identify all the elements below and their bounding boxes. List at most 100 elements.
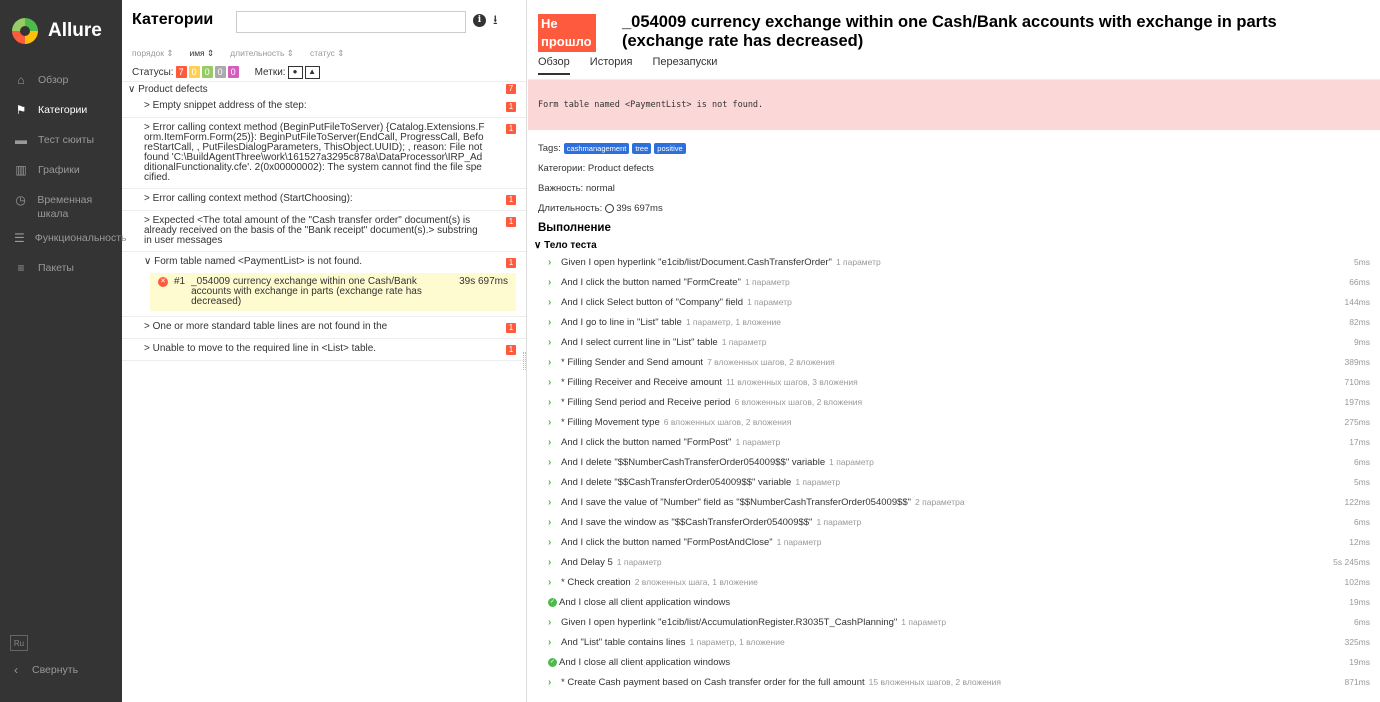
count-badge: 1: [506, 217, 516, 227]
tab-retries[interactable]: Перезапуски: [652, 56, 717, 73]
test-step[interactable]: › And "List" table contains lines 1 параме…: [548, 632, 1370, 652]
test-step[interactable]: › * Filling Sender and Send amount 7 вложе…: [548, 352, 1370, 372]
sidebar-item-timeline[interactable]: ◷ Временная шкала: [0, 188, 122, 226]
test-step[interactable]: › * Create Cash payment based on Cash tra…: [548, 672, 1370, 692]
status-broken-toggle[interactable]: 0: [188, 66, 200, 78]
sidebar: Allure ⌂ Обзор ⚑ Категории ▬ Тест сюиты …: [0, 0, 127, 702]
duration-value: 39s 697ms: [616, 202, 663, 214]
test-step[interactable]: ✓ And I close all client application wind…: [548, 592, 1370, 612]
step-params: 1 параметр: [616, 557, 662, 567]
step-duration: 144ms: [1344, 297, 1370, 307]
sort-status[interactable]: статус ⇕: [310, 48, 344, 60]
chevron-left-icon: ‹: [14, 663, 18, 677]
tree-node[interactable]: > Empty snippet address of the step: 1: [122, 96, 526, 118]
test-step[interactable]: ✓ And I close all client application wind…: [548, 652, 1370, 672]
step-name: And I go to line in "List" table: [561, 316, 682, 328]
sort-name[interactable]: имя ⇕: [189, 48, 214, 60]
status-passed-toggle[interactable]: 0: [201, 66, 213, 78]
step-params: 1 параметр: [744, 277, 790, 287]
test-step[interactable]: › And I delete "$$NumberCashTransferOrder…: [548, 452, 1370, 472]
error-message: Form table named <PaymentList> is not fo…: [528, 80, 1380, 130]
sidebar-item-overview[interactable]: ⌂ Обзор: [0, 68, 122, 98]
sidebar-item-suites[interactable]: ▬ Тест сюиты: [0, 128, 122, 158]
sidebar-item-packages[interactable]: ≡ Пакеты: [0, 256, 122, 286]
step-duration: 122ms: [1344, 497, 1370, 507]
step-duration: 275ms: [1344, 417, 1370, 427]
chevron-right-icon: ›: [548, 416, 552, 428]
tab-history[interactable]: История: [590, 56, 633, 73]
step-params: 1 параметр: [747, 297, 792, 307]
search-input[interactable]: [236, 11, 466, 33]
pane-splitter[interactable]: [523, 352, 526, 370]
allure-logo-icon: [12, 18, 38, 44]
step-params: 1 параметр, 1 вложение: [685, 317, 782, 327]
tree-node[interactable]: > Error calling context method (StartCho…: [122, 189, 526, 211]
warning-mark-icon[interactable]: ▲: [304, 65, 320, 79]
step-duration: 5ms: [1353, 477, 1370, 487]
count-badge: 1: [506, 124, 516, 134]
execution-title: Выполнение: [538, 222, 611, 234]
test-step[interactable]: › And I select current line in "List" tab…: [548, 332, 1370, 352]
test-body-toggle[interactable]: ∨ Тело теста: [528, 238, 1380, 252]
test-step[interactable]: › And I save the value of "Number" field …: [548, 492, 1370, 512]
step-duration: 197ms: [1344, 397, 1370, 407]
sidebar-item-behaviors[interactable]: ☰ Функциональность: [0, 226, 127, 256]
tree-group[interactable]: ∨ Product defects 7: [122, 82, 526, 96]
step-name: * Filling Send period and Receive period: [561, 396, 731, 408]
severity-line: Важность: normal: [538, 182, 615, 194]
language-button[interactable]: Ru: [10, 635, 28, 651]
chevron-right-icon: ›: [548, 396, 552, 408]
flaky-mark-icon[interactable]: ●: [287, 65, 303, 79]
sidebar-item-label: Тест сюиты: [38, 134, 94, 146]
test-step[interactable]: › * Filling Movement type 6 вложенных шаго…: [548, 412, 1370, 432]
test-step[interactable]: › And I go to line in "List" table 1 парам…: [548, 312, 1370, 332]
test-meta: Tags: cashmanagement tree positive Катег…: [528, 138, 1380, 218]
chevron-right-icon: ›: [548, 296, 552, 308]
sort-order[interactable]: порядок ⇕: [132, 48, 173, 60]
status-failed-toggle[interactable]: 7: [175, 66, 187, 78]
test-step[interactable]: › * Filling Receiver and Receive amount 11…: [548, 372, 1370, 392]
tree-node[interactable]: > Unable to move to the required line in…: [122, 339, 526, 361]
step-name: And I delete "$$CashTransferOrder054009$…: [561, 476, 792, 488]
sidebar-item-categories[interactable]: ⚑ Категории: [0, 98, 122, 128]
sidebar-nav: ⌂ Обзор ⚑ Категории ▬ Тест сюиты ▥ Графи…: [0, 68, 127, 286]
sidebar-item-label: Временная шкала: [37, 194, 93, 220]
tree-node[interactable]: > One or more standard table lines are n…: [122, 317, 526, 339]
step-name: And I save the value of "Number" field a…: [561, 496, 912, 508]
download-icon[interactable]: ⭳: [493, 11, 498, 33]
test-step[interactable]: › And I save the window as "$$CashTransfe…: [548, 512, 1370, 532]
tree-node-expanded[interactable]: ∨ Form table named <PaymentList> is not …: [122, 252, 526, 273]
test-title: _054009 currency exchange within one Cas…: [622, 13, 1277, 50]
test-step[interactable]: › * Filling Send period and Receive perio…: [548, 392, 1370, 412]
step-name: And I click Select button of "Company" f…: [561, 296, 744, 308]
collapse-button[interactable]: ‹ Свернуть: [14, 663, 78, 677]
test-step[interactable]: › And I click the button named "FormPostA…: [548, 532, 1370, 552]
selected-test-case[interactable]: ✕ #1 _054009 currency exchange within on…: [150, 273, 516, 311]
status-unknown-toggle[interactable]: 0: [227, 66, 239, 78]
step-name: And I close all client application windo…: [559, 596, 731, 608]
step-duration: 9ms: [1353, 337, 1370, 347]
tree-node[interactable]: > Error calling context method (BeginPut…: [122, 118, 526, 189]
test-step[interactable]: › And Delay 51 параметр 5s 245ms: [548, 552, 1370, 572]
test-step[interactable]: › Given I open hyperlink "e1cib/list/Docu…: [548, 252, 1370, 272]
count-badge: 1: [506, 102, 516, 112]
test-step[interactable]: › And I click the button named "FormCreat…: [548, 272, 1370, 292]
chevron-right-icon: ›: [548, 516, 552, 528]
test-step[interactable]: › And I delete "$$CashTransferOrder054009…: [548, 472, 1370, 492]
chevron-right-icon: ›: [548, 636, 552, 648]
tree-node-label: > Empty snippet address of the step:: [144, 100, 307, 111]
brand[interactable]: Allure: [0, 0, 122, 62]
tab-overview[interactable]: Обзор: [538, 56, 570, 75]
sidebar-item-graphs[interactable]: ▥ Графики: [0, 158, 122, 188]
test-step[interactable]: › And I click the button named "FormPost"…: [548, 432, 1370, 452]
sort-duration[interactable]: длительность ⇕: [230, 48, 294, 60]
sidebar-item-label: Графики: [38, 164, 80, 176]
chevron-right-icon: ›: [548, 576, 552, 588]
test-step[interactable]: › Given I open hyperlink "e1cib/list/Accu…: [548, 612, 1370, 632]
chevron-right-icon: ›: [548, 316, 552, 328]
test-step[interactable]: › And I click Select button of "Company" …: [548, 292, 1370, 312]
info-icon[interactable]: i: [473, 14, 486, 27]
tree-node[interactable]: > Expected <The total amount of the "Cas…: [122, 211, 526, 252]
status-skipped-toggle[interactable]: 0: [214, 66, 226, 78]
test-step[interactable]: › * Check creation 2 вложенных шага, 1 вло…: [548, 572, 1370, 592]
